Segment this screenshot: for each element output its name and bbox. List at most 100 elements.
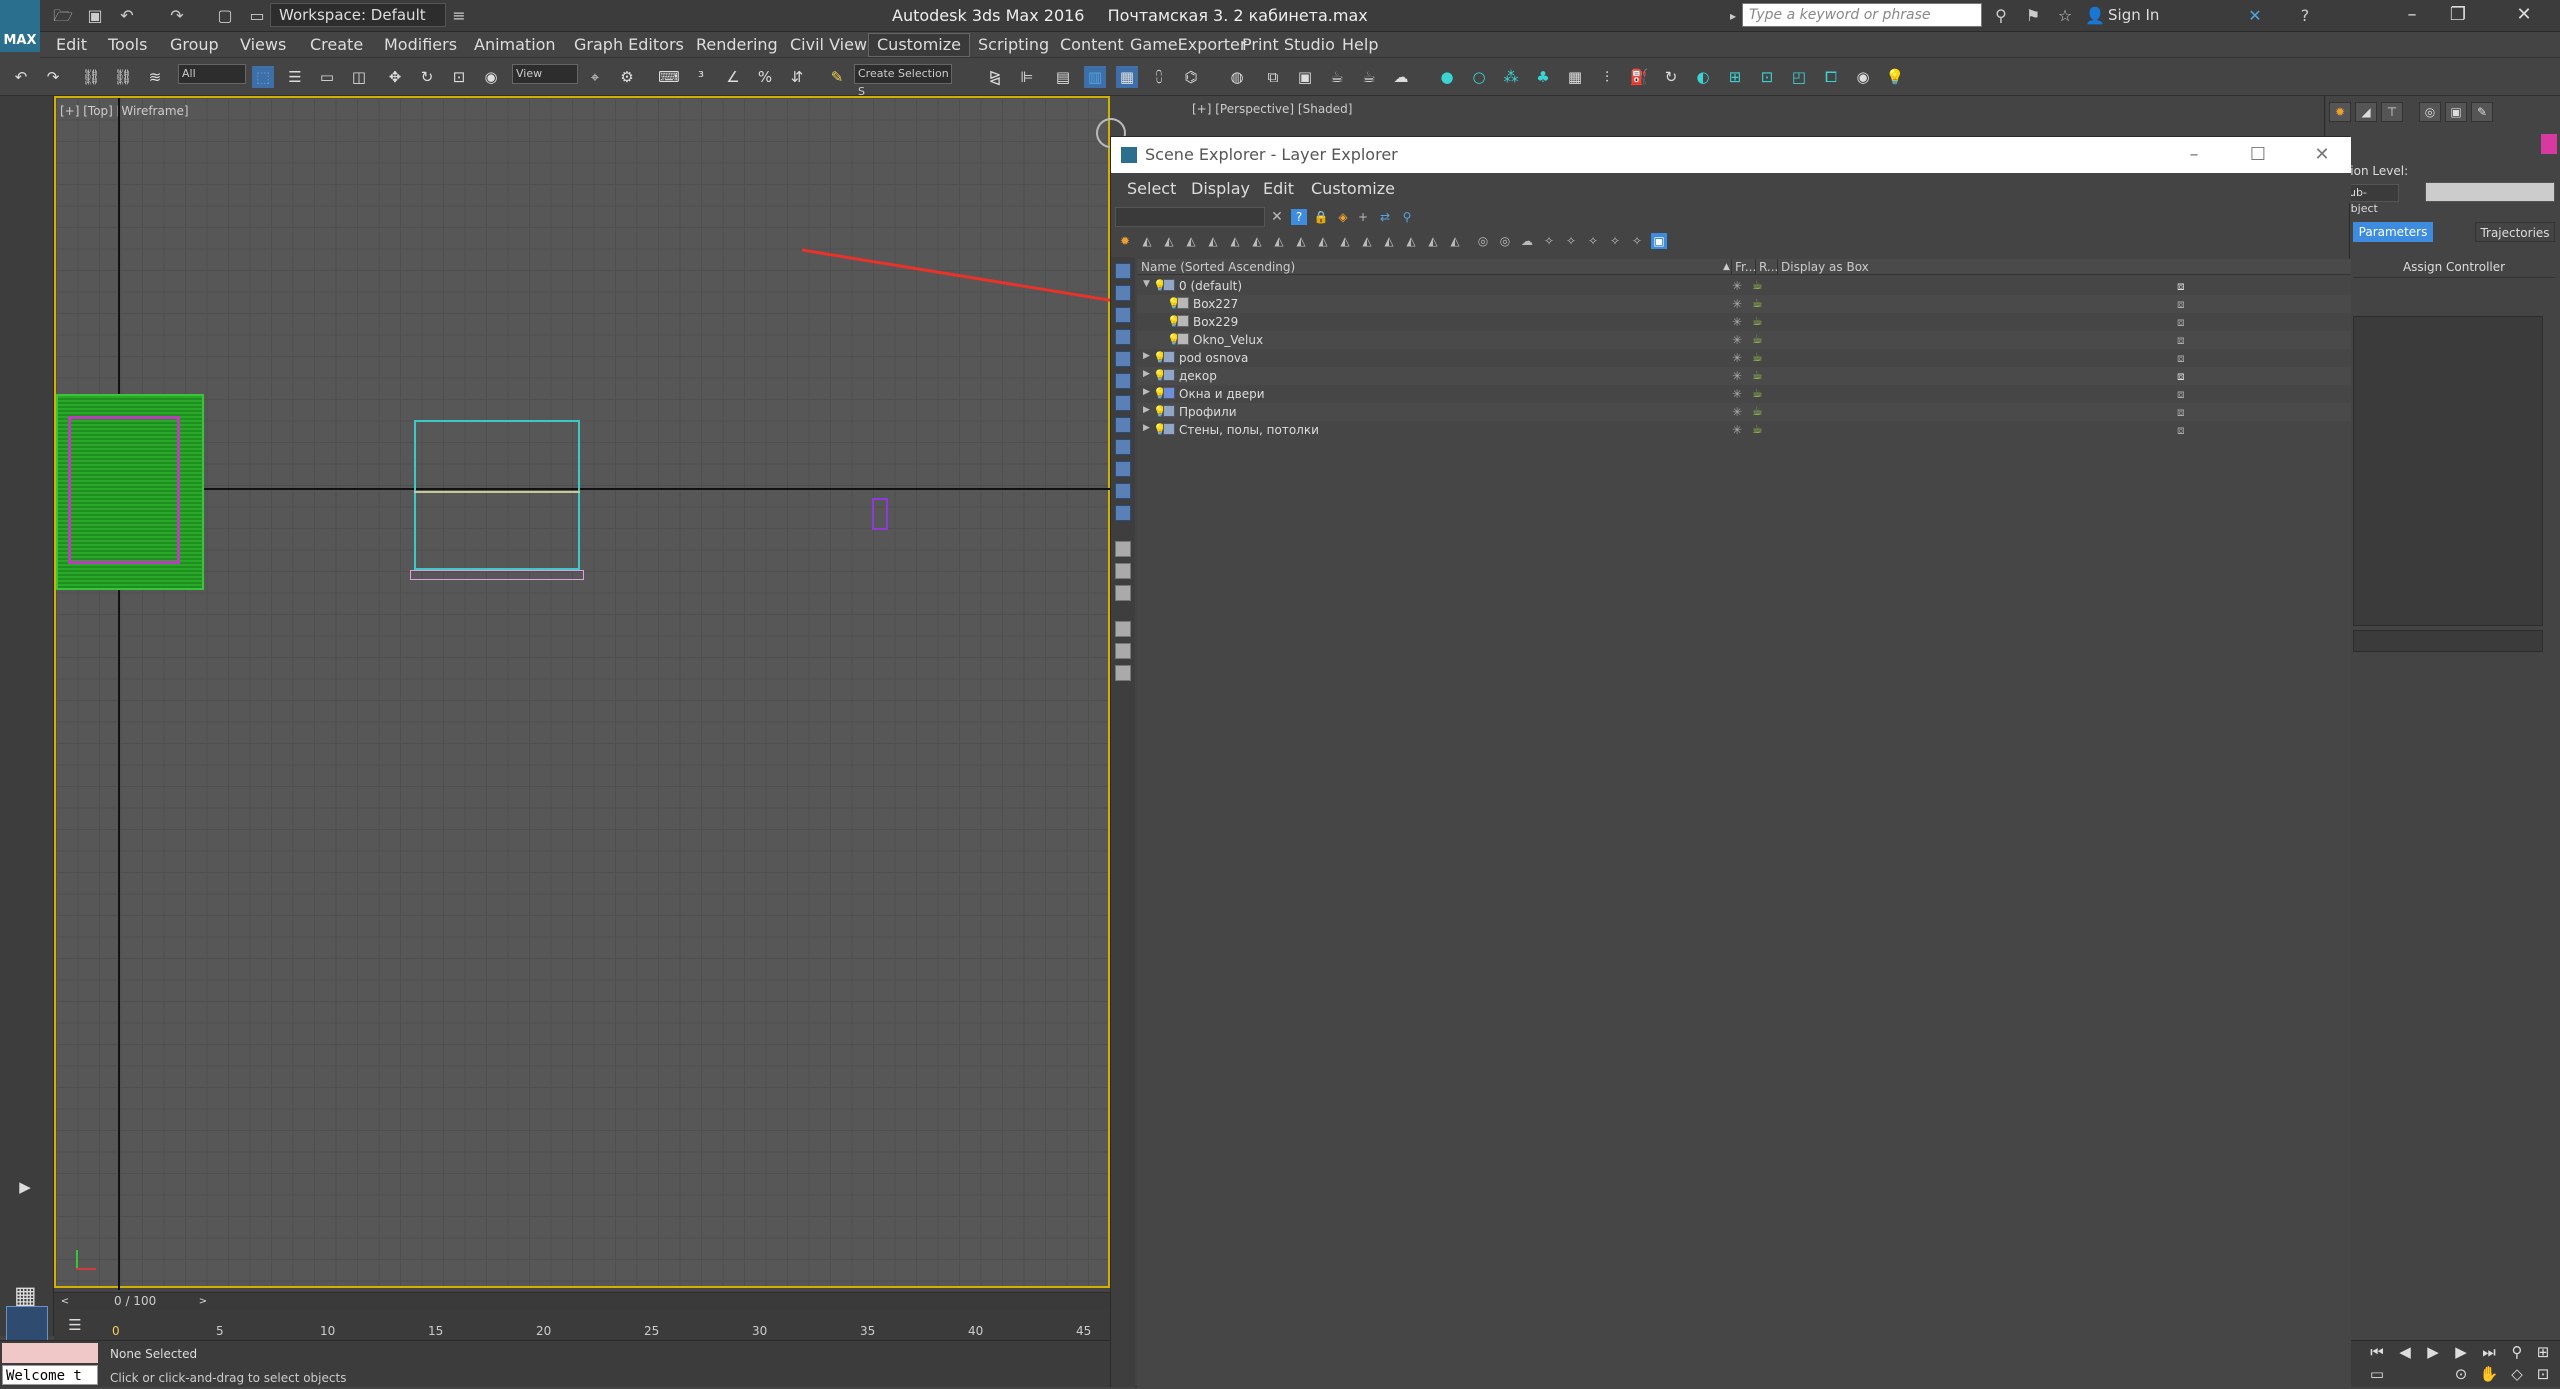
explorer-menu-select[interactable]: Select xyxy=(1127,179,1176,198)
select-children-icon[interactable]: ◈ xyxy=(1335,209,1351,225)
reference-coordinate-dropdown[interactable]: View xyxy=(512,64,578,84)
save-icon[interactable]: ▣ xyxy=(84,6,106,26)
display-box-icon[interactable]: ⧈ xyxy=(2177,405,2185,420)
workspace-options-icon[interactable]: ≡ xyxy=(448,6,470,26)
display-box-icon[interactable]: ⧈ xyxy=(2177,279,2185,294)
explorer-minimize-icon[interactable]: – xyxy=(2181,143,2207,167)
expand-arrow-icon[interactable]: ▶ xyxy=(1143,387,1153,397)
align-icon[interactable]: ⊫ xyxy=(1016,66,1038,88)
controller-horizontal-scrollbar[interactable] xyxy=(2353,630,2543,652)
display-modifiers-icon[interactable]: ✧ xyxy=(1541,233,1557,249)
binoculars-icon[interactable]: ⚲ xyxy=(1990,6,2012,26)
pink-floor-object[interactable] xyxy=(410,570,584,580)
toggle-ribbon-icon[interactable]: ▦ xyxy=(1116,66,1138,88)
mirror-icon[interactable]: ⧎ xyxy=(984,66,1006,88)
select-move-icon[interactable]: ✥ xyxy=(384,66,406,88)
filter-hidden-icon[interactable]: ◭ xyxy=(1381,233,1397,249)
selection-filter-dropdown[interactable]: All xyxy=(178,64,246,84)
column-header-display-box[interactable]: Display as Box xyxy=(1781,260,1869,274)
side-filter2-icon[interactable] xyxy=(1115,643,1131,659)
filter-lights2-icon[interactable]: ◭ xyxy=(1403,233,1419,249)
sync-selection-icon[interactable]: ⇄ xyxy=(1377,209,1393,225)
side-select-none-icon[interactable] xyxy=(1115,285,1131,301)
freeze-icon[interactable]: ✳ xyxy=(1732,333,1742,347)
renderable-teapot-icon[interactable]: ☕ xyxy=(1752,350,1763,364)
exchange-apps-icon[interactable]: ✕ xyxy=(2244,6,2266,26)
app-logo[interactable]: MAX xyxy=(0,0,40,52)
side-invert-icon[interactable] xyxy=(1115,307,1131,323)
layer-tree-grid[interactable]: Name (Sorted Ascending) ▲ Fr... R... Dis… xyxy=(1137,259,2351,1389)
display-materials-icon[interactable]: ✧ xyxy=(1563,233,1579,249)
magenta-outline-object[interactable] xyxy=(68,416,180,564)
display-box-icon[interactable]: ⧈ xyxy=(2177,423,2185,438)
next-frame-icon[interactable]: ▶ xyxy=(2450,1341,2472,1363)
window-crossing-icon[interactable]: ◫ xyxy=(348,66,370,88)
filter-cameras-icon[interactable]: ◭ xyxy=(1205,233,1221,249)
close-icon[interactable]: ✕ xyxy=(2512,4,2536,26)
side-geometry-icon[interactable] xyxy=(1115,329,1131,345)
menu-civil-view[interactable]: Civil View xyxy=(790,35,867,54)
expand-arrow-icon[interactable]: ▶ xyxy=(14,1176,36,1198)
subscription-icon[interactable]: ⚑ xyxy=(2022,6,2044,26)
minimize-icon[interactable]: – xyxy=(2400,4,2424,26)
menu-animation[interactable]: Animation xyxy=(474,35,556,54)
explorer-find-field[interactable] xyxy=(1115,207,1265,227)
display-controllers-icon[interactable]: ✧ xyxy=(1585,233,1601,249)
redo-icon[interactable]: ↷ xyxy=(42,66,64,88)
renderable-teapot-icon[interactable]: ☕ xyxy=(1752,404,1763,418)
menu-print-studio[interactable]: Print Studio xyxy=(1242,35,1335,54)
filter-shapes-icon[interactable]: ◭ xyxy=(1161,233,1177,249)
toggle-scene-explorer-icon[interactable]: ▤ xyxy=(1052,66,1074,88)
filter-bones-icon[interactable]: ◭ xyxy=(1315,233,1331,249)
user-icon[interactable]: 👤 xyxy=(2084,6,2106,26)
material-editor-icon[interactable]: ◍ xyxy=(1226,66,1248,88)
select-object-icon[interactable]: ⬚ xyxy=(252,66,274,88)
rendered-frame-window-icon[interactable]: ▣ xyxy=(1294,66,1316,88)
freeze-icon[interactable]: ✳ xyxy=(1732,279,1742,293)
display-all-icon[interactable]: ▣ xyxy=(1651,233,1667,249)
perspective-viewport-label[interactable]: [+] [Perspective] [Shaded] xyxy=(1192,102,1352,116)
display-selection-icon[interactable]: ✧ xyxy=(1607,233,1623,249)
hierarchy-tab-icon[interactable]: ⊤ xyxy=(2381,102,2403,122)
search-input[interactable]: Type a keyword or phrase xyxy=(1742,3,1982,27)
grid-tool-icon[interactable]: ▦ xyxy=(1564,66,1586,88)
freeze-icon[interactable]: ✳ xyxy=(1732,387,1742,401)
go-to-end-icon[interactable]: ⏭ xyxy=(2478,1341,2500,1363)
select-scale-icon[interactable]: ⊡ xyxy=(448,66,470,88)
side-list-icon[interactable] xyxy=(1115,541,1131,557)
measure-icon[interactable]: ⫶ xyxy=(1596,66,1618,88)
object-row[interactable]: 💡 Box227 ✳ ☕ ⧈ xyxy=(1137,295,2351,313)
menu-customize[interactable]: Customize xyxy=(868,33,970,57)
explorer-maximize-icon[interactable]: ☐ xyxy=(2245,143,2271,167)
display-box-icon[interactable]: ⧈ xyxy=(2177,333,2185,348)
named-selection-dropdown[interactable]: Create Selection S xyxy=(854,64,952,98)
menu-graph-editors[interactable]: Graph Editors xyxy=(574,35,684,54)
object-name[interactable]: Okno_Velux xyxy=(1193,333,1263,347)
new-scene-icon[interactable]: ▭ xyxy=(246,6,268,26)
filter-icon[interactable]: ✹ xyxy=(1117,233,1133,249)
render-production-icon[interactable]: ☕ xyxy=(1326,66,1348,88)
frame-tool-icon[interactable]: ⊡ xyxy=(1756,66,1778,88)
angle-snap-icon[interactable]: ∠ xyxy=(722,66,744,88)
freeze-icon[interactable]: ✳ xyxy=(1732,297,1742,311)
cyan-box-object[interactable] xyxy=(414,420,580,570)
side-filter3-icon[interactable] xyxy=(1115,665,1131,681)
explorer-menu-display[interactable]: Display xyxy=(1191,179,1250,198)
keyboard-shortcut-icon[interactable]: ⌨ xyxy=(658,66,680,88)
side-cameras-icon[interactable] xyxy=(1115,395,1131,411)
mini-curve-editor-icon[interactable]: ☰ xyxy=(64,1314,86,1336)
clear-find-icon[interactable]: ✕ xyxy=(1269,209,1285,225)
renderable-teapot-icon[interactable]: ☕ xyxy=(1752,332,1763,346)
undo-icon[interactable]: ↶ xyxy=(10,66,32,88)
layer-name[interactable]: 0 (default) xyxy=(1179,279,1242,293)
highlight-icon[interactable]: ⚲ xyxy=(1399,209,1415,225)
trees-icon[interactable]: ♣ xyxy=(1532,66,1554,88)
viewport-label[interactable]: [+] [Top] [Wireframe] xyxy=(60,104,189,118)
renderable-teapot-icon[interactable]: ☕ xyxy=(1752,296,1763,310)
side-groups-icon[interactable] xyxy=(1115,461,1131,477)
side-bones-icon[interactable] xyxy=(1115,505,1131,521)
layer-row[interactable]: ▶ 💡 Профили ✳ ☕ ⧈ xyxy=(1137,403,2351,421)
modify-tab-icon[interactable]: ◢ xyxy=(2355,102,2377,122)
object-name[interactable]: Box229 xyxy=(1193,315,1238,329)
motion-tab-icon[interactable]: ▣ xyxy=(2445,102,2467,122)
